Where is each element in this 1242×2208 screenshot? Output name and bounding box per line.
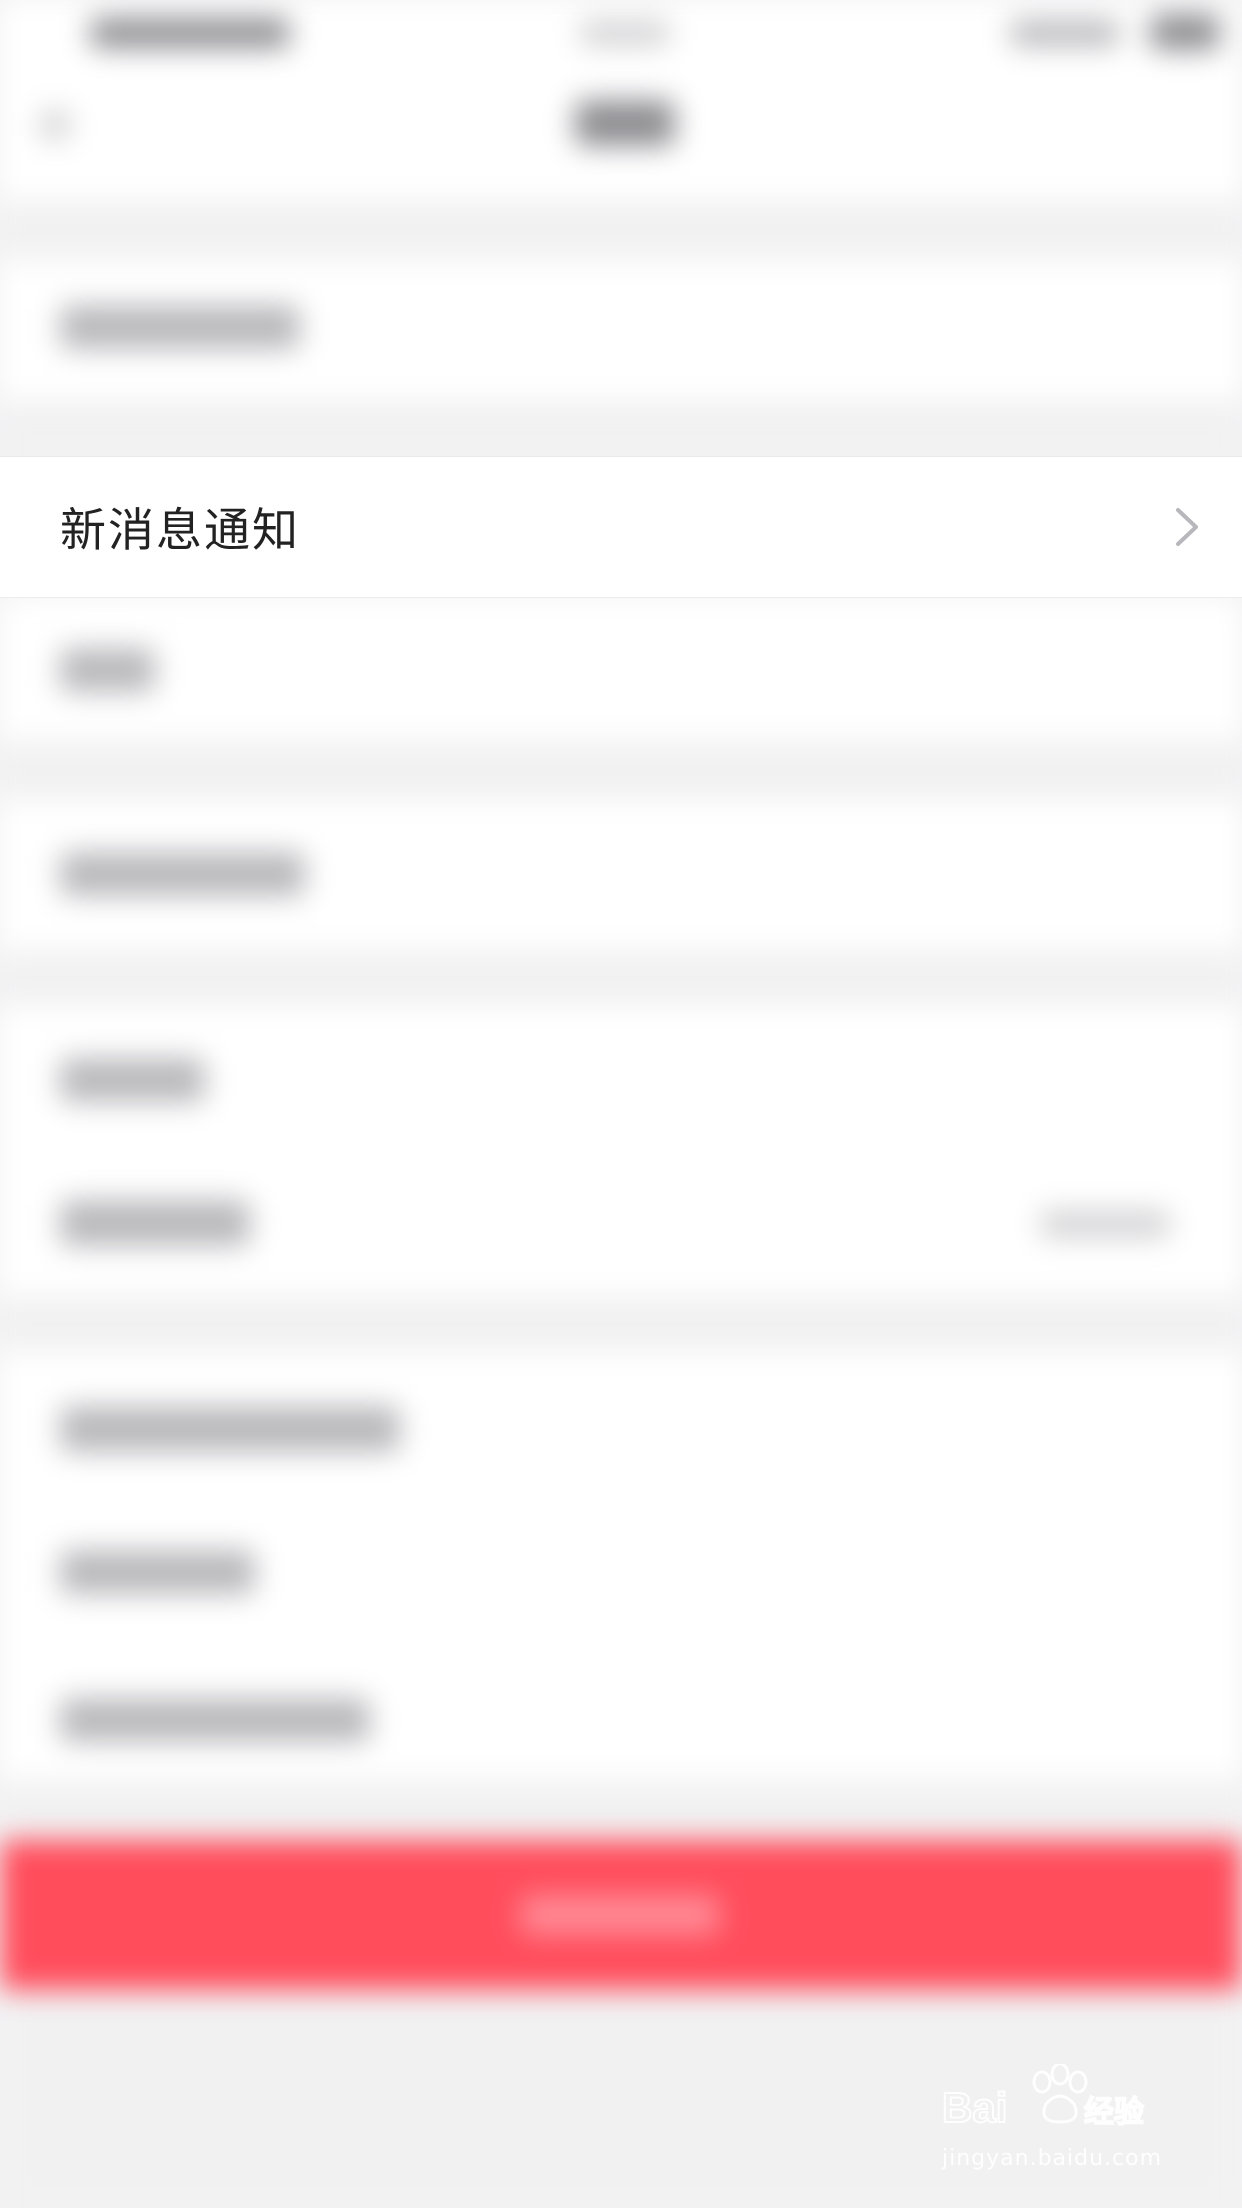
watermark: Bai 经验 jingyan.baidu.com	[942, 2064, 1182, 2184]
blurred-background	[0, 0, 1242, 2208]
baidu-jingyan-logo: Bai 经验	[942, 2064, 1145, 2132]
svg-text:经验: 经验	[1084, 2095, 1144, 2129]
settings-screen: 新消息通知 Bai 经验 jingyan.baidu.com	[0, 0, 1242, 2208]
watermark-url: jingyan.baidu.com	[942, 2146, 1163, 2171]
svg-text:Bai: Bai	[942, 2084, 1007, 2131]
settings-row-label: 新消息通知	[60, 503, 300, 557]
chevron-right-icon	[1176, 508, 1198, 546]
settings-row-new-message-notification[interactable]: 新消息通知	[0, 456, 1242, 598]
